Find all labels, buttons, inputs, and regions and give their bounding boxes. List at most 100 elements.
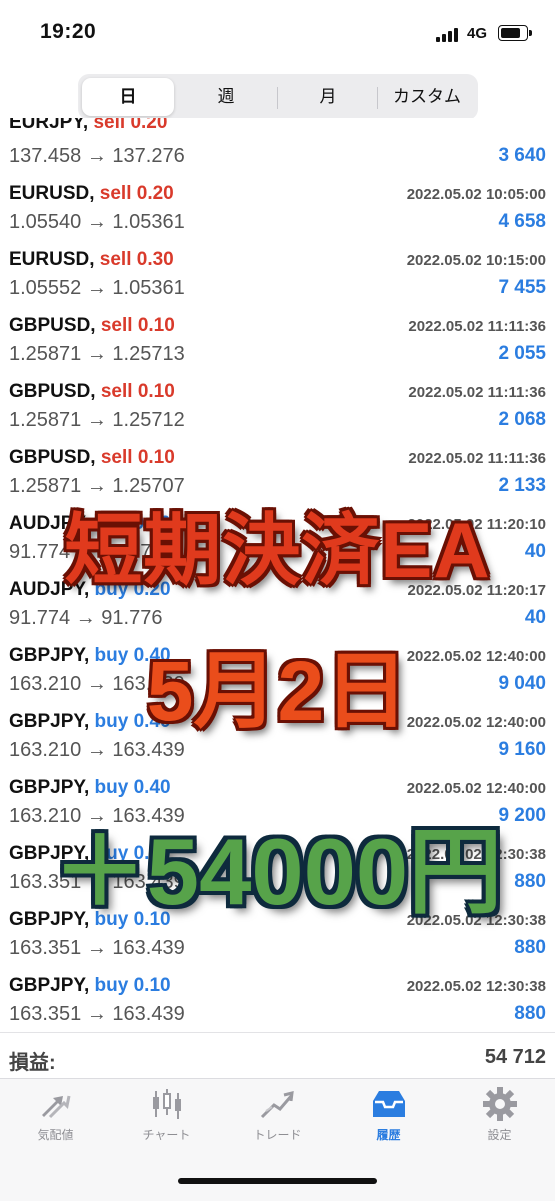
- tab-label: 設定: [487, 1128, 512, 1142]
- trade-symbol: EURUSD,: [9, 183, 95, 204]
- segment-custom[interactable]: カスタム: [378, 78, 476, 116]
- trade-price: 91.774 → 91.776: [9, 607, 163, 629]
- gear-icon: [482, 1087, 517, 1121]
- trade-side: sell 0.10: [100, 381, 175, 402]
- trade-symbol: GBPJPY,: [9, 777, 90, 798]
- trade-line-icon: [260, 1091, 294, 1119]
- trade-profit: 2 068: [498, 409, 546, 430]
- trade-price: 91.774 → 91.776: [9, 541, 163, 563]
- trade-profit: 40: [524, 607, 546, 628]
- trade-date: 2022.05.02 12:30:38: [406, 978, 546, 995]
- trade-price: 1.05552 → 1.05361: [9, 277, 185, 299]
- trade-price: 163.351 → 163.439: [9, 1003, 185, 1025]
- segment-week[interactable]: 週: [178, 78, 274, 116]
- trade-price: 1.25871 → 1.25713: [9, 343, 185, 365]
- home-indicator: [178, 1178, 377, 1184]
- trade-side: buy 0.10: [94, 909, 171, 930]
- trade-row[interactable]: GBPJPY, buy 0.10 2022.05.02 12:30:38 163…: [0, 834, 555, 901]
- trade-row[interactable]: GBPUSD, sell 0.10 2022.05.02 11:11:36 1.…: [0, 372, 555, 439]
- trade-side: buy 0.40: [94, 645, 171, 666]
- trade-date: 2022.05.02 12:40:00: [406, 648, 546, 665]
- trade-symbol: AUDJPY,: [9, 513, 90, 534]
- trade-row[interactable]: EURUSD, sell 0.30 2022.05.02 10:15:00 1.…: [0, 240, 555, 307]
- trade-profit: 9 160: [498, 739, 546, 760]
- trade-price: 1.25871 → 1.25712: [9, 409, 185, 431]
- trade-date: 2022.05.02 11:11:36: [408, 318, 546, 335]
- trade-symbol: EURUSD,: [9, 249, 95, 270]
- trade-price: 1.05540 → 1.05361: [9, 211, 185, 233]
- tab-history[interactable]: 履歴: [333, 1087, 444, 1153]
- trade-price: 163.351 → 163.439: [9, 937, 185, 959]
- trade-side: sell 0.30: [99, 249, 174, 270]
- trade-side: buy 0.20: [94, 579, 171, 600]
- trade-side: sell 0.20: [99, 183, 174, 204]
- status-time: 19:20: [40, 20, 97, 43]
- trade-date: 2022.05.02 11:20:10: [407, 516, 546, 533]
- cellular-signal-icon: [436, 28, 462, 42]
- trade-profit: 880: [514, 1003, 546, 1024]
- tab-label: 気配値: [37, 1128, 74, 1142]
- quotes-arrows-icon: [41, 1095, 70, 1119]
- tab-label: チャート: [142, 1128, 191, 1142]
- trade-side: buy 0.10: [94, 975, 171, 996]
- trade-row[interactable]: EURJPY, sell 0.20 137.458 → 137.276 3 64…: [0, 118, 555, 175]
- trade-row[interactable]: GBPJPY, buy 0.10 2022.05.02 12:30:38 163…: [0, 966, 555, 1033]
- summary-value: 54 712: [484, 1046, 546, 1068]
- trade-price: 163.210 → 163.439: [9, 673, 185, 695]
- trade-side: sell 0.20: [93, 118, 168, 133]
- trade-side: sell 0.10: [100, 447, 175, 468]
- trade-date: 2022.05.02 11:11:36: [408, 384, 546, 401]
- trade-row[interactable]: AUDJPY, buy 0.20 2022.05.02 11:20:10 91.…: [0, 504, 555, 571]
- summary-label: 損益:: [9, 1052, 56, 1074]
- trade-row[interactable]: GBPJPY, buy 0.10 2022.05.02 12:30:38 163…: [0, 900, 555, 967]
- tab-quotes[interactable]: 気配値: [0, 1087, 111, 1153]
- trade-side: sell 0.10: [100, 315, 175, 336]
- trade-date: 2022.05.02 12:40:00: [406, 780, 546, 797]
- trade-side: buy 0.20: [94, 513, 171, 534]
- trade-symbol: GBPUSD,: [9, 381, 96, 402]
- trade-row[interactable]: AUDJPY, buy 0.20 2022.05.02 11:20:17 91.…: [0, 570, 555, 637]
- battery-icon: [498, 25, 532, 41]
- trade-symbol: GBPJPY,: [9, 975, 90, 996]
- trade-symbol: GBPJPY,: [9, 909, 90, 930]
- trade-profit: 40: [524, 541, 546, 562]
- trade-row[interactable]: EURUSD, sell 0.20 2022.05.02 10:05:00 1.…: [0, 174, 555, 241]
- trade-price: 1.25871 → 1.25707: [9, 475, 185, 497]
- trade-date: 2022.05.02 11:11:36: [408, 450, 546, 467]
- profit-summary: 損益: 54 712: [0, 1040, 555, 1080]
- tab-trade[interactable]: トレード: [222, 1087, 333, 1153]
- trade-profit: 2 055: [498, 343, 546, 364]
- trade-symbol: GBPUSD,: [9, 447, 96, 468]
- trade-row[interactable]: GBPUSD, sell 0.10 2022.05.02 11:11:36 1.…: [0, 438, 555, 505]
- tab-label: 履歴: [376, 1128, 401, 1142]
- trade-side: buy 0.40: [94, 777, 171, 798]
- tab-label: トレード: [253, 1128, 302, 1142]
- trade-profit: 880: [514, 871, 546, 892]
- segment-day[interactable]: 日: [82, 78, 174, 116]
- trade-symbol: GBPJPY,: [9, 645, 90, 666]
- network-type: 4G: [467, 25, 488, 42]
- segment-month[interactable]: 月: [280, 78, 376, 116]
- candlestick-chart-icon: [152, 1089, 181, 1119]
- trade-symbol: EURJPY,: [9, 118, 89, 133]
- trade-side: buy 0.40: [94, 711, 171, 732]
- trade-profit: 3 640: [498, 145, 546, 166]
- trade-date: 2022.05.02 11:20:17: [407, 582, 546, 599]
- trade-row[interactable]: GBPJPY, buy 0.40 2022.05.02 12:40:00 163…: [0, 702, 555, 769]
- trade-date: 2022.05.02 12:40:00: [406, 714, 546, 731]
- trade-profit: 9 200: [498, 805, 546, 826]
- trade-price: 163.210 → 163.439: [9, 805, 185, 827]
- trade-profit: 4 658: [498, 211, 546, 232]
- trade-row[interactable]: GBPJPY, buy 0.40 2022.05.02 12:40:00 163…: [0, 768, 555, 835]
- trade-price: 163.210 → 163.439: [9, 739, 185, 761]
- tab-chart[interactable]: チャート: [111, 1087, 222, 1153]
- trade-price: 137.458 → 137.276: [9, 145, 185, 167]
- trade-price: 163.351 → 163.439: [9, 871, 185, 893]
- history-inbox-icon: [372, 1091, 405, 1117]
- trade-row[interactable]: GBPJPY, buy 0.40 2022.05.02 12:40:00 163…: [0, 636, 555, 703]
- period-segmented-control: 日 週 月 カスタム: [78, 74, 478, 120]
- trade-profit: 2 133: [498, 475, 546, 496]
- trade-row[interactable]: GBPUSD, sell 0.10 2022.05.02 11:11:36 1.…: [0, 306, 555, 373]
- trade-profit: 9 040: [498, 673, 546, 694]
- tab-settings[interactable]: 設定: [444, 1087, 555, 1153]
